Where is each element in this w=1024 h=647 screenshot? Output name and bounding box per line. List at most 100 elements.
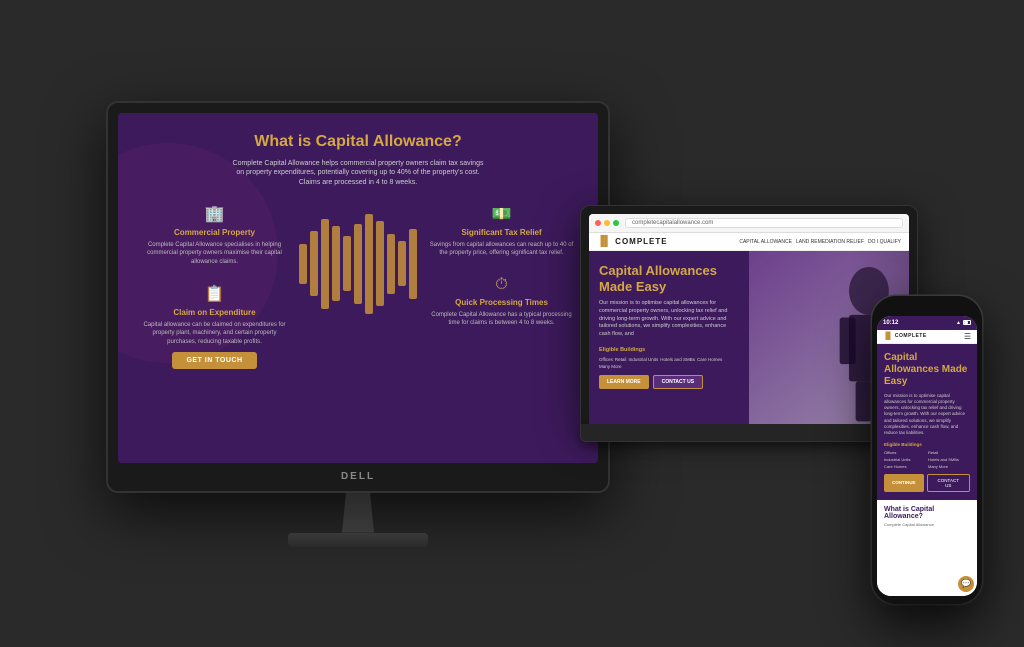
feature-processing-title: Quick Processing Times xyxy=(429,298,574,307)
battery-icon xyxy=(963,320,971,325)
nav-logo: ▐▌ COMPLETE xyxy=(597,236,668,247)
tag-industrial: Industrial Units xyxy=(628,357,658,362)
hero-description: Our mission is to optimise capital allow… xyxy=(599,300,739,338)
monitor-frame: What is Capital Allowance? Complete Capi… xyxy=(106,101,610,493)
wave-bar xyxy=(376,221,384,306)
contact-us-button[interactable]: CONTACT US xyxy=(653,375,703,389)
monitor-brand: DELL xyxy=(341,471,375,482)
monitor-stand-base xyxy=(288,533,428,547)
phone-tag-offices: Offices xyxy=(884,450,926,455)
feature-claim-desc: Capital allowance can be claimed on expe… xyxy=(142,321,287,346)
monitor: What is Capital Allowance? Complete Capi… xyxy=(106,101,610,547)
monitor-features-right: 💵 Significant Tax Relief Savings from ca… xyxy=(429,204,574,328)
wifi-icon: ▲ xyxy=(956,320,961,326)
monitor-bezel-bottom: DELL xyxy=(118,463,598,491)
wave-bar xyxy=(387,234,395,294)
feature-processing-desc: Complete Capital Allowance has a typical… xyxy=(429,311,574,328)
maximize-dot[interactable] xyxy=(613,220,619,226)
tag-offices: Offices xyxy=(599,357,613,362)
browser-url-bar[interactable]: completecapitalallowance.com xyxy=(625,218,903,228)
hamburger-icon[interactable]: ☰ xyxy=(964,332,971,341)
monitor-main-title: What is Capital Allowance? xyxy=(142,133,574,151)
monitor-subtitle: Complete Capital Allowance helps commerc… xyxy=(228,159,488,188)
browser-window-controls xyxy=(595,220,619,226)
hero-tags: Offices Retail Industrial Units Hotels a… xyxy=(599,357,739,369)
phone-logo: ▐▌ COMPLETE xyxy=(883,333,927,340)
feature-tax-title: Significant Tax Relief xyxy=(429,228,574,237)
waveform xyxy=(295,204,421,324)
wave-bar xyxy=(409,229,417,299)
phone-section-title: What is Capital Allowance? xyxy=(884,506,970,520)
phone-tags: Offices Retail Industrial Units Hotels a… xyxy=(884,450,970,469)
nav-land-remediation[interactable]: LAND REMEDIATION RELIEF xyxy=(796,239,864,245)
laptop: completecapitalallowance.com ▐▌ COMPLETE… xyxy=(580,205,918,442)
wave-bar xyxy=(398,241,406,286)
feature-claim-title: Claim on Expenditure xyxy=(142,308,287,317)
monitor-features-grid: 🏢 Commercial Property Complete Capital A… xyxy=(142,204,574,369)
phone-tag-industrial: Industrial Units xyxy=(884,457,926,462)
phone-tag-retail: Retail xyxy=(928,450,970,455)
phone-hero: Capital Allowances Made Easy Our mission… xyxy=(877,344,977,500)
laptop-frame: completecapitalallowance.com ▐▌ COMPLETE… xyxy=(580,205,918,424)
hero-left-panel: Capital Allowances Made Easy Our mission… xyxy=(589,251,749,424)
minimize-dot[interactable] xyxy=(604,220,610,226)
nav-links: CAPITAL ALLOWANCE LAND REMEDIATION RELIE… xyxy=(739,239,901,245)
hero-eligible-badge: Eligible Buildings xyxy=(599,347,739,353)
monitor-screen-content: What is Capital Allowance? Complete Capi… xyxy=(118,113,598,463)
close-dot[interactable] xyxy=(595,220,601,226)
feature-commercial-title: Commercial Property xyxy=(142,228,287,237)
browser-toolbar: completecapitalallowance.com xyxy=(589,214,909,233)
tag-many: Many More xyxy=(599,364,622,369)
feature-quick-processing: ⏱ Quick Processing Times Complete Capita… xyxy=(429,276,574,328)
tag-retail: Retail xyxy=(615,357,627,362)
phone-hero-desc: Our mission is to optimise capital allow… xyxy=(884,393,970,437)
phone-nav-bar: ▐▌ COMPLETE ☰ xyxy=(877,330,977,344)
wave-bar xyxy=(354,224,362,304)
nav-qualify[interactable]: DO I QUALIFY xyxy=(868,239,901,245)
phone-status-icons: ▲ xyxy=(956,320,971,326)
phone-hero-buttons: CONTINUE CONTACT US xyxy=(884,474,970,492)
logo-bars-icon: ▐▌ xyxy=(597,236,611,247)
phone-eligible-badge: Eligible Buildings xyxy=(884,442,970,447)
tag-care: Care Homes xyxy=(697,357,722,362)
hero-buttons: LEARN MORE CONTACT US xyxy=(599,375,739,389)
chat-bubble-button[interactable]: 💬 xyxy=(958,576,974,592)
phone-logo-icon: ▐▌ xyxy=(883,333,893,340)
laptop-screen: completecapitalallowance.com ▐▌ COMPLETE… xyxy=(589,214,909,424)
phone-frame: 10:12 ▲ ▐▌ COMPLETE ☰ Capital A xyxy=(872,296,982,604)
clipboard-icon: 📋 xyxy=(142,284,287,304)
phone-hero-title: Capital Allowances Made Easy xyxy=(884,352,970,388)
phone-section-text: Complete Capital Allowance xyxy=(884,522,970,528)
monitor-features-left: 🏢 Commercial Property Complete Capital A… xyxy=(142,204,287,369)
feature-claim-expenditure: 📋 Claim on Expenditure Capital allowance… xyxy=(142,284,287,369)
wave-bar xyxy=(365,214,373,314)
browser-nav: ▐▌ COMPLETE CAPITAL ALLOWANCE LAND REMED… xyxy=(589,233,909,251)
phone: 10:12 ▲ ▐▌ COMPLETE ☰ Capital A xyxy=(872,296,982,604)
phone-contact-button[interactable]: CONTACT US xyxy=(927,474,971,492)
nav-capital-allowance[interactable]: CAPITAL ALLOWANCE xyxy=(739,239,792,245)
phone-logo-text: COMPLETE xyxy=(895,333,927,339)
scene: What is Capital Allowance? Complete Capi… xyxy=(12,14,1012,634)
browser-hero: Capital Allowances Made Easy Our mission… xyxy=(589,251,909,424)
phone-notch xyxy=(907,304,947,312)
building-icon: 🏢 xyxy=(142,204,287,224)
feature-tax-relief: 💵 Significant Tax Relief Savings from ca… xyxy=(429,204,574,258)
nav-logo-text: COMPLETE xyxy=(615,237,667,246)
cta-button[interactable]: GET IN TOUCH xyxy=(172,352,256,369)
phone-continue-button[interactable]: CONTINUE xyxy=(884,474,924,492)
phone-screen: 10:12 ▲ ▐▌ COMPLETE ☰ Capital A xyxy=(877,316,977,596)
wave-bar xyxy=(310,231,318,296)
chat-icon: 💬 xyxy=(961,579,971,588)
wave-bar xyxy=(321,219,329,309)
feature-commercial-property: 🏢 Commercial Property Complete Capital A… xyxy=(142,204,287,266)
feature-tax-desc: Savings from capital allowances can reac… xyxy=(429,241,574,258)
wave-bar xyxy=(343,236,351,291)
wave-bar xyxy=(299,244,307,284)
phone-status-bar: 10:12 ▲ xyxy=(877,316,977,330)
monitor-screen: What is Capital Allowance? Complete Capi… xyxy=(118,113,598,463)
monitor-stand-neck xyxy=(338,493,378,533)
learn-more-button[interactable]: LEARN MORE xyxy=(599,375,649,389)
hero-title: Capital Allowances Made Easy xyxy=(599,263,739,294)
laptop-browser: completecapitalallowance.com ▐▌ COMPLETE… xyxy=(589,214,909,424)
money-icon: 💵 xyxy=(429,204,574,224)
